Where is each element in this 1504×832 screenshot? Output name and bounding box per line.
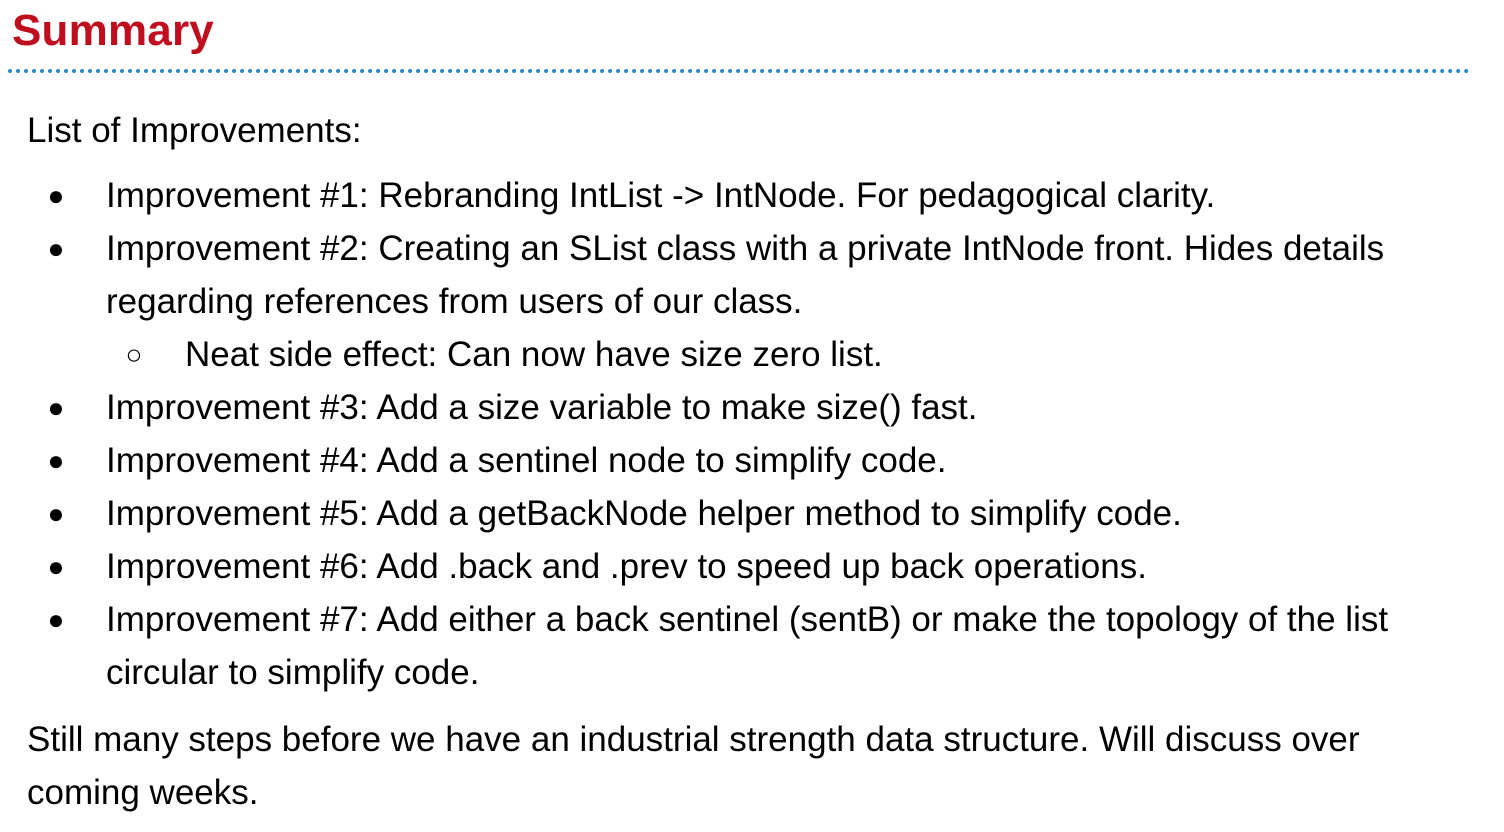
list-item-text: Improvement #4: Add a sentinel node to s… xyxy=(106,441,947,480)
list-item-text: Improvement #5: Add a getBackNode helper… xyxy=(106,494,1182,533)
list-item-text: Improvement #6: Add .back and .prev to s… xyxy=(106,547,1147,586)
bullet-icon: ● xyxy=(47,551,65,582)
bullet-icon: ● xyxy=(47,604,65,635)
closing-text: Still many steps before we have an indus… xyxy=(27,720,1360,812)
list-item-text: Improvement #3: Add a size variable to m… xyxy=(106,388,978,427)
list-item-text: Improvement #2: Creating an SList class … xyxy=(106,229,1385,321)
bullet-icon: ● xyxy=(47,233,65,264)
list-item-improvement-3: ● Improvement #3: Add a size variable to… xyxy=(27,381,1477,434)
improvements-list: ● Improvement #1: Rebranding IntList -> … xyxy=(27,169,1477,699)
bullet-icon: ● xyxy=(47,498,65,529)
bullet-icon: ● xyxy=(47,445,65,476)
list-item-improvement-2: ● Improvement #2: Creating an SList clas… xyxy=(27,222,1477,328)
list-item-text: Improvement #7: Add either a back sentin… xyxy=(106,600,1389,692)
intro-text: List of Improvements: xyxy=(27,111,362,150)
title-divider xyxy=(8,69,1470,73)
slide-body: List of Improvements: ● Improvement #1: … xyxy=(27,104,1477,819)
sub-list-item-side-effect: ○ Neat side effect: Can now have size ze… xyxy=(27,328,1477,381)
hollow-bullet-icon: ○ xyxy=(125,339,143,370)
list-item-improvement-6: ● Improvement #6: Add .back and .prev to… xyxy=(27,540,1477,593)
sub-list-item-text: Neat side effect: Can now have size zero… xyxy=(185,335,883,374)
list-item-improvement-4: ● Improvement #4: Add a sentinel node to… xyxy=(27,434,1477,487)
slide-title: Summary xyxy=(12,6,214,55)
list-item-improvement-1: ● Improvement #1: Rebranding IntList -> … xyxy=(27,169,1477,222)
bullet-icon: ● xyxy=(47,392,65,423)
list-item-text: Improvement #1: Rebranding IntList -> In… xyxy=(106,176,1216,215)
list-item-improvement-7: ● Improvement #7: Add either a back sent… xyxy=(27,593,1477,699)
bullet-icon: ● xyxy=(47,180,65,211)
list-item-improvement-5: ● Improvement #5: Add a getBackNode help… xyxy=(27,487,1477,540)
